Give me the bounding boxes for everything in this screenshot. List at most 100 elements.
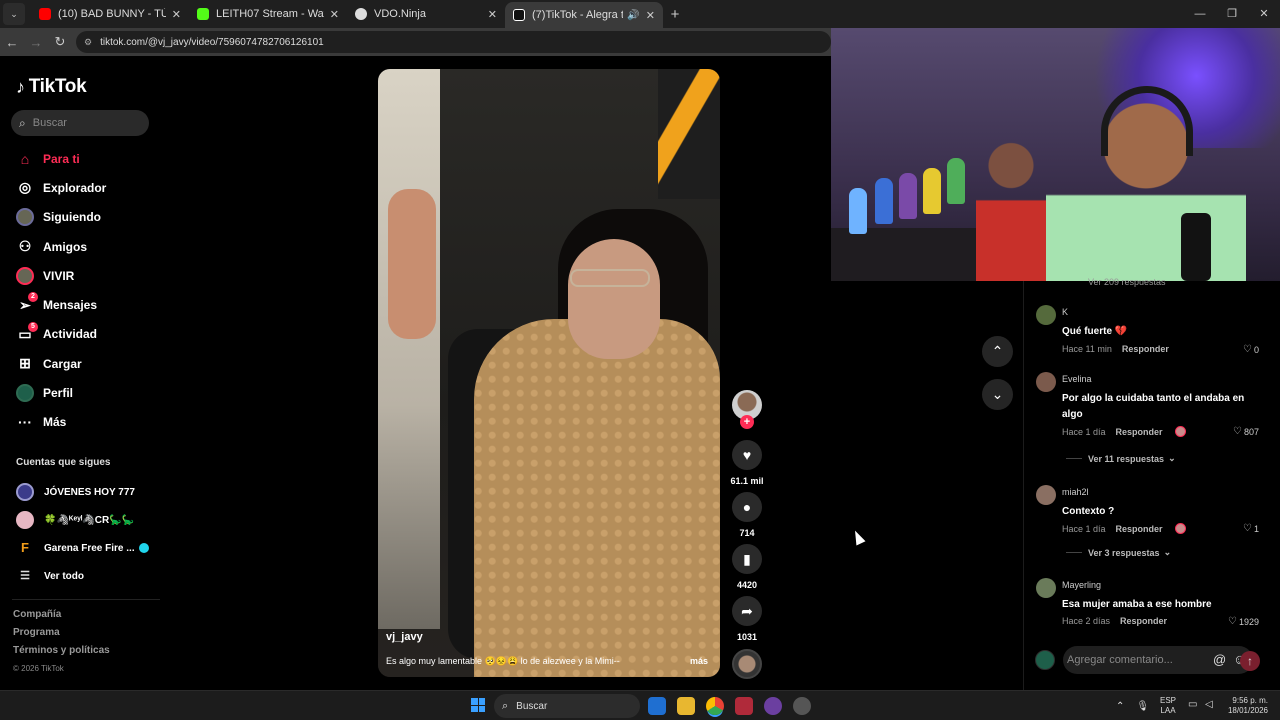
reply-button[interactable]: Responder: [1120, 616, 1167, 626]
comment-like-button[interactable]: ♡ 807: [1233, 426, 1259, 437]
bookmark-icon: ▮: [743, 550, 751, 567]
avatar[interactable]: [1036, 305, 1056, 325]
footer-link-program[interactable]: Programa: [13, 627, 110, 645]
browser-tab-tiktok[interactable]: (7)TikTok - Alegra tu día 🔊 ✕: [505, 2, 663, 28]
browser-tab-kick[interactable]: LEITH07 Stream - Watch Live o ✕: [189, 0, 347, 28]
garena-logo-icon: F: [21, 540, 29, 555]
avatar: [1035, 650, 1055, 670]
webcam-frame-detail: [875, 178, 893, 224]
tab-search-button[interactable]: ⌄: [3, 3, 25, 25]
share-button[interactable]: ➦: [732, 596, 762, 626]
divider-line: [1066, 458, 1082, 459]
browser-tab-youtube[interactable]: (10) BAD BUNNY - TÚ NO METI ✕: [31, 0, 189, 28]
url-field[interactable]: ⚙ tiktok.com/@vj_javy/video/759607478270…: [76, 31, 831, 53]
comments-panel: Ver 209 respuestas K Qué fuerte 💔 Hace 1…: [1023, 277, 1280, 690]
footer-link-terms[interactable]: Términos y políticas: [13, 645, 110, 663]
comment-like-count: 0: [1253, 344, 1259, 355]
like-button[interactable]: ♥: [732, 440, 762, 470]
browser-tab-vdoninja[interactable]: VDO.Ninja ✕: [347, 0, 505, 28]
comment-author[interactable]: miah2l: [1062, 487, 1089, 497]
file-explorer-icon[interactable]: [677, 697, 695, 715]
comment-button[interactable]: ●: [732, 492, 762, 522]
nav-item-explorador[interactable]: ◎ Explorador: [0, 173, 162, 202]
app-icon[interactable]: [735, 697, 753, 715]
search-input[interactable]: ⌕ Buscar: [11, 110, 149, 136]
video-author-username[interactable]: vj_javy: [386, 631, 423, 643]
see-all-link[interactable]: ☰ Ver todo: [0, 562, 162, 590]
save-button[interactable]: ▮: [732, 544, 762, 574]
avatar[interactable]: [1036, 578, 1056, 598]
comment-author[interactable]: K: [1062, 307, 1068, 317]
send-comment-button[interactable]: ↑: [1240, 651, 1260, 671]
language-indicator[interactable]: ESP LAA: [1160, 696, 1176, 716]
mention-icon[interactable]: @: [1213, 652, 1226, 667]
nav-label: Amigos: [43, 239, 88, 254]
tiktok-favicon-icon: [513, 9, 525, 21]
store-icon[interactable]: [648, 697, 666, 715]
close-window-icon[interactable]: ✕: [1248, 0, 1280, 28]
nav-item-actividad[interactable]: ▭ 5 Actividad: [0, 320, 162, 349]
close-tab-icon[interactable]: ✕: [172, 8, 181, 21]
comment-author[interactable]: Mayerling: [1062, 580, 1101, 590]
following-item[interactable]: F Garena Free Fire ...: [0, 534, 162, 562]
nav-item-siguiendo[interactable]: Siguiendo: [0, 203, 162, 232]
nav-item-cargar[interactable]: ⊞ Cargar: [0, 349, 162, 378]
forward-arrow-icon[interactable]: →: [24, 35, 48, 50]
avatar[interactable]: [1036, 372, 1056, 392]
volume-icon[interactable]: ◁: [1205, 699, 1213, 710]
keyboard-layout: LAA: [1160, 706, 1176, 715]
close-tab-icon[interactable]: ✕: [488, 8, 497, 21]
chrome-icon[interactable]: [706, 697, 724, 715]
minimize-icon[interactable]: —: [1184, 0, 1216, 28]
comment-like-button[interactable]: ♡ 0: [1243, 344, 1259, 355]
tab-title: LEITH07 Stream - Watch Live o: [216, 8, 324, 20]
clock[interactable]: 9:56 p. m. 18/01/2026: [1224, 696, 1268, 716]
view-replies-button[interactable]: Ver 11 respuestas ⌄: [1066, 453, 1176, 464]
reply-button[interactable]: Responder: [1116, 427, 1163, 437]
video-player[interactable]: vj_javy Es algo muy lamentable 🥺😣😩 lo de…: [378, 69, 720, 677]
nav-item-para-ti[interactable]: ⌂ Para ti: [0, 144, 162, 173]
tiktok-logo[interactable]: ♪ TikTok: [16, 76, 87, 98]
app-icon[interactable]: [793, 697, 811, 715]
view-replies-button[interactable]: Ver 3 respuestas ⌄: [1066, 547, 1171, 558]
nav-item-vivir[interactable]: VIVIR: [0, 261, 162, 290]
close-tab-icon[interactable]: ✕: [646, 9, 655, 22]
comment-input-placeholder: Agregar comentario...: [1067, 654, 1173, 666]
comment-input[interactable]: Agregar comentario... @ ☺: [1063, 646, 1253, 674]
microphone-icon[interactable]: 🎙: [1136, 701, 1149, 712]
previous-video-button[interactable]: ⌃: [982, 336, 1013, 367]
save-count: 4420: [736, 580, 758, 590]
comment-author[interactable]: Evelina: [1062, 374, 1092, 384]
nav-item-perfil[interactable]: Perfil: [0, 378, 162, 407]
following-item[interactable]: 🍀🦓ᴷᵉʸˡ🦓CR🦕🦕: [0, 506, 162, 534]
taskbar-search[interactable]: ⌕ Buscar: [494, 694, 640, 718]
next-video-button[interactable]: ⌄: [982, 379, 1013, 410]
nav-item-amigos[interactable]: ⚇ Amigos: [0, 232, 162, 261]
avatar[interactable]: [1036, 485, 1056, 505]
reply-button[interactable]: Responder: [1122, 344, 1169, 354]
nav-item-mas[interactable]: ··· Más: [0, 408, 162, 437]
nav-label: Mensajes: [43, 298, 98, 313]
chevron-up-icon[interactable]: ⌃: [1116, 701, 1124, 712]
restore-icon[interactable]: ❐: [1216, 0, 1248, 28]
speaker-icon[interactable]: 🔊: [627, 10, 639, 21]
music-disc-icon[interactable]: [732, 649, 762, 679]
follow-plus-icon[interactable]: +: [740, 415, 754, 429]
footer-link-company[interactable]: Compañía: [13, 609, 110, 627]
more-replies-partial[interactable]: Ver 209 respuestas: [1088, 277, 1166, 287]
caption-more-button[interactable]: más: [690, 656, 708, 666]
comment-like-button[interactable]: ♡ 1929: [1228, 616, 1259, 627]
nav-item-mensajes[interactable]: ➢ 2 Mensajes: [0, 290, 162, 319]
reload-icon[interactable]: ↻: [48, 34, 72, 50]
reply-button[interactable]: Responder: [1116, 524, 1163, 534]
close-tab-icon[interactable]: ✕: [330, 8, 339, 21]
search-placeholder: Buscar: [32, 117, 67, 129]
back-arrow-icon[interactable]: ←: [0, 35, 24, 50]
app-icon[interactable]: [764, 697, 782, 715]
comment-like-button[interactable]: ♡ 1: [1243, 523, 1259, 534]
new-tab-button[interactable]: +: [663, 6, 687, 23]
following-item[interactable]: JÓVENES HOY 777: [0, 478, 162, 506]
windows-start-icon[interactable]: [471, 698, 485, 712]
site-info-icon[interactable]: ⚙: [84, 37, 92, 48]
network-icon[interactable]: ▭: [1188, 699, 1197, 710]
